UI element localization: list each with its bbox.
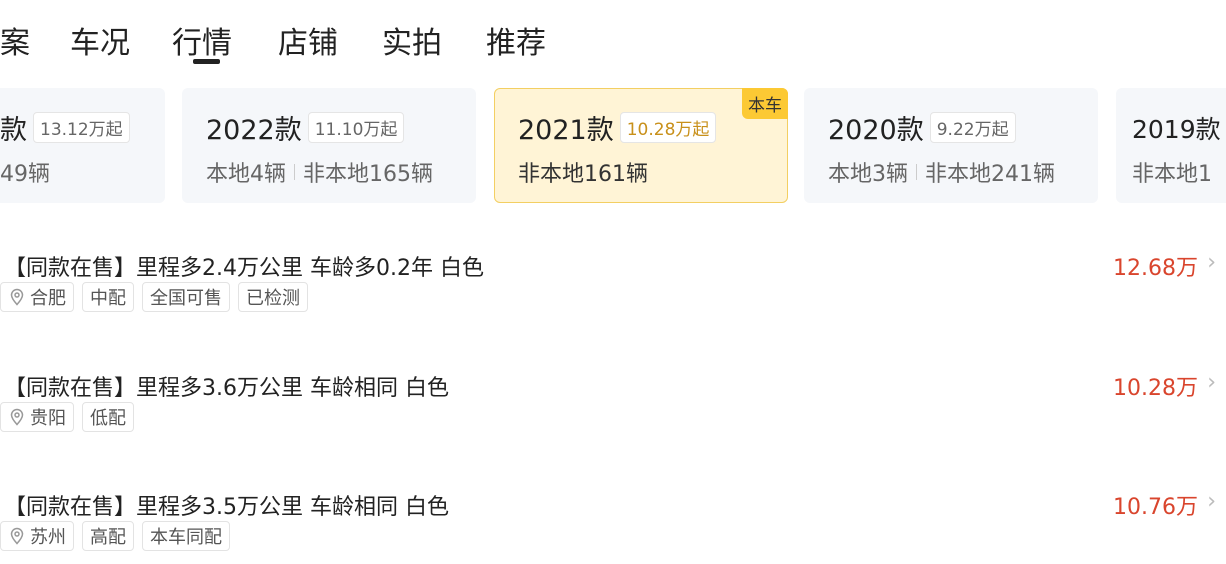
tab-photos[interactable]: 实拍: [382, 18, 442, 62]
nonlocal-count: 非本地1: [1132, 162, 1212, 187]
nonlocal-count: 非本地241辆: [925, 162, 1055, 187]
location-pin-icon: [10, 288, 24, 306]
model-year-card[interactable]: 2019款 非本地1: [1116, 88, 1226, 203]
listing-price: 10.76万: [1113, 495, 1198, 520]
listing-price: 10.28万: [1113, 376, 1198, 401]
feature-tag: 低配: [82, 402, 134, 432]
divider: [916, 164, 917, 180]
model-year-card[interactable]: 2020款 9.22万起 本地3辆 非本地241辆: [804, 88, 1098, 203]
location-pin-icon: [10, 408, 24, 426]
feature-tag: 全国可售: [142, 282, 230, 312]
year-label: 款: [0, 115, 27, 146]
city-label: 苏州: [30, 527, 66, 548]
active-tab-indicator: [193, 59, 220, 64]
city-label: 合肥: [30, 288, 66, 309]
city-tag: 贵阳: [0, 402, 74, 432]
model-year-card[interactable]: 2022款 11.10万起 本地4辆 非本地165辆: [182, 88, 476, 203]
location-pin-icon: [10, 527, 24, 545]
current-car-badge: 本车: [742, 88, 788, 119]
local-count: 本地4辆: [206, 162, 286, 187]
feature-tag: 中配: [82, 282, 134, 312]
model-year-card[interactable]: 款 13.12万起 49辆: [0, 88, 165, 203]
start-price: 13.12万起: [33, 112, 130, 143]
tab-store[interactable]: 店铺: [278, 18, 338, 62]
city-label: 贵阳: [30, 408, 66, 429]
year-label: 2019款: [1132, 115, 1221, 144]
tab-prev[interactable]: 案: [0, 18, 30, 62]
divider: [294, 164, 295, 180]
tag-list: 贵阳 低配: [0, 402, 134, 432]
feature-tag: 高配: [82, 521, 134, 551]
year-label: 2022款: [206, 115, 302, 146]
tag-list: 合肥 中配 全国可售 已检测: [0, 282, 308, 312]
listing-title: 【同款在售】里程多3.5万公里 车龄相同 白色: [4, 495, 449, 520]
nonlocal-count: 非本地165辆: [303, 162, 433, 187]
listing-price: 12.68万: [1113, 256, 1198, 281]
tag-list: 苏州 高配 本车同配: [0, 521, 230, 551]
city-tag: 苏州: [0, 521, 74, 551]
tab-recommend[interactable]: 推荐: [486, 18, 546, 62]
tab-condition[interactable]: 车况: [70, 18, 130, 62]
start-price: 11.10万起: [307, 112, 405, 143]
year-label: 2020款: [828, 115, 924, 146]
start-price: 10.28万起: [619, 112, 717, 143]
year-label: 2021款: [518, 115, 614, 146]
start-price: 9.22万起: [929, 112, 1016, 143]
city-tag: 合肥: [0, 282, 74, 312]
chevron-right-icon[interactable]: ›: [1207, 489, 1216, 514]
chevron-right-icon[interactable]: ›: [1207, 250, 1216, 275]
feature-tag: 本车同配: [142, 521, 230, 551]
local-count: 本地3辆: [828, 162, 908, 187]
listing-title: 【同款在售】里程多3.6万公里 车龄相同 白色: [4, 376, 449, 401]
tab-market[interactable]: 行情: [172, 18, 232, 62]
listing-title: 【同款在售】里程多2.4万公里 车龄多0.2年 白色: [4, 256, 484, 281]
nonlocal-count: 非本地161辆: [518, 162, 648, 187]
count: 49辆: [0, 162, 50, 187]
feature-tag: 已检测: [238, 282, 308, 312]
model-year-card-current[interactable]: 本车 2021款 10.28万起 非本地161辆: [494, 88, 788, 203]
chevron-right-icon[interactable]: ›: [1207, 370, 1216, 395]
